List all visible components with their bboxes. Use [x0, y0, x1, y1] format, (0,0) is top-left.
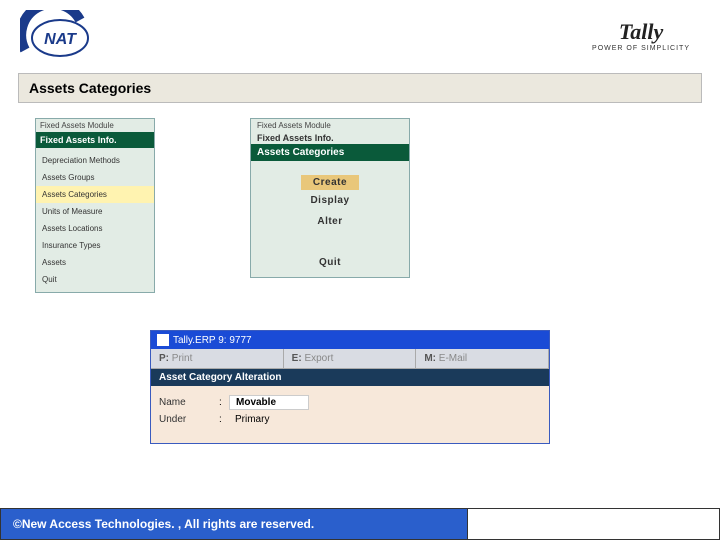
- action-create[interactable]: Create: [301, 175, 359, 190]
- action-quit[interactable]: Quit: [251, 252, 409, 273]
- panel-mid-title1: Fixed Assets Module: [251, 119, 409, 132]
- value-under[interactable]: Primary: [229, 413, 309, 426]
- panel-left-title1: Fixed Assets Module: [36, 119, 154, 132]
- label-under: Under: [159, 414, 219, 425]
- menu-item-quit[interactable]: Quit: [36, 271, 154, 288]
- menu-item-assets-groups[interactable]: Assets Groups: [36, 169, 154, 186]
- menu-email[interactable]: M: E-Mail: [416, 349, 549, 368]
- panels-area: Fixed Assets Module Fixed Assets Info. D…: [0, 103, 720, 303]
- menu-item-assets-locations[interactable]: Assets Locations: [36, 220, 154, 237]
- menu-item-assets[interactable]: Assets: [36, 254, 154, 271]
- footer-blank: [468, 508, 720, 540]
- window-titlebar: Tally.ERP 9: 9777: [151, 331, 549, 349]
- nat-logo: NAT: [20, 10, 100, 60]
- form-body: Name : Movable Under : Primary: [151, 386, 549, 443]
- app-icon: [157, 334, 169, 346]
- panel-left-title2: Fixed Assets Info.: [36, 132, 154, 148]
- menu-item-assets-categories[interactable]: Assets Categories: [36, 186, 154, 203]
- tally-window: Tally.ERP 9: 9777 P: Print E: Export M: …: [150, 330, 550, 444]
- copyright: ©New Access Technologies. , All rights a…: [0, 508, 468, 540]
- tally-logo: Tally POWER OF SIMPLICITY: [592, 19, 690, 52]
- menu-export[interactable]: E: Export: [284, 349, 417, 368]
- window-title-text: Tally.ERP 9: 9777: [173, 335, 252, 346]
- footer: ©New Access Technologies. , All rights a…: [0, 508, 720, 540]
- row-under: Under : Primary: [159, 413, 541, 426]
- label-name: Name: [159, 397, 219, 408]
- row-name: Name : Movable: [159, 395, 541, 410]
- tally-brand: Tally: [592, 19, 690, 45]
- menu-item-insurance-types[interactable]: Insurance Types: [36, 237, 154, 254]
- action-alter[interactable]: Alter: [251, 211, 409, 232]
- action-display[interactable]: Display: [251, 190, 409, 211]
- window-menu: P: Print E: Export M: E-Mail: [151, 349, 549, 369]
- panel-mid-title3: Assets Categories: [251, 144, 409, 161]
- section-title: Asset Category Alteration: [151, 369, 549, 386]
- menu-item-depreciation-methods[interactable]: Depreciation Methods: [36, 152, 154, 169]
- assets-categories-menu: Fixed Assets Module Fixed Assets Info. A…: [250, 118, 410, 278]
- panel-mid-title2: Fixed Assets Info.: [251, 132, 409, 144]
- tally-tagline: POWER OF SIMPLICITY: [592, 45, 690, 52]
- fixed-assets-info-menu: Fixed Assets Module Fixed Assets Info. D…: [35, 118, 155, 293]
- menu-print[interactable]: P: Print: [151, 349, 284, 368]
- header: NAT Tally POWER OF SIMPLICITY: [0, 0, 720, 65]
- menu-item-units-of-measure[interactable]: Units of Measure: [36, 203, 154, 220]
- nat-logo-text: NAT: [44, 31, 77, 48]
- value-name[interactable]: Movable: [229, 395, 309, 410]
- page-title: Assets Categories: [18, 73, 702, 103]
